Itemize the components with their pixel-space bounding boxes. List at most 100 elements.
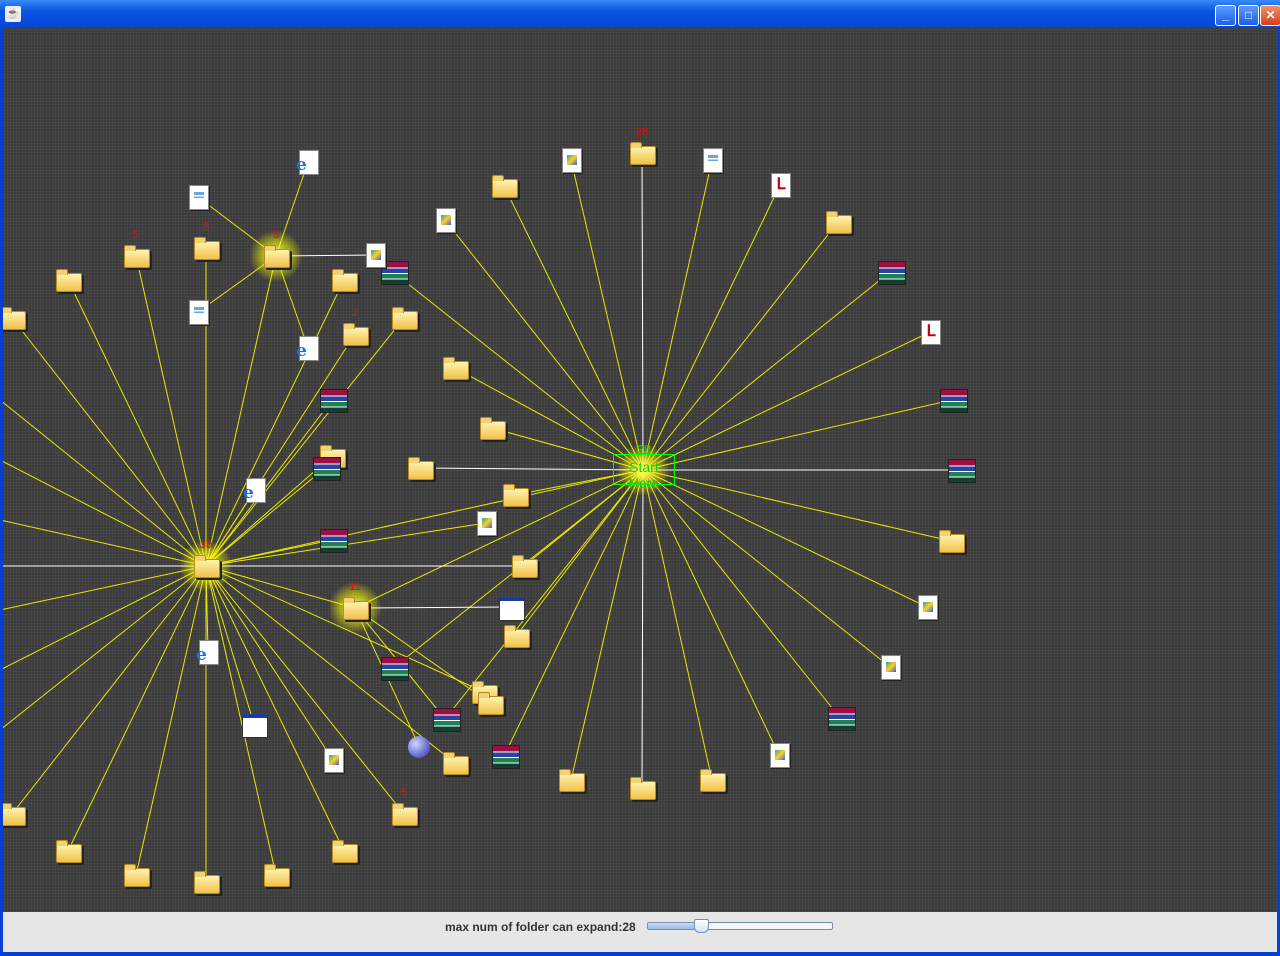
file-node[interactable] [498,595,525,621]
file-node[interactable] [432,707,461,732]
file-node[interactable] [939,388,968,413]
file-node[interactable]: 5 [391,787,418,826]
file-node[interactable] [766,743,792,768]
folder-icon [939,530,965,553]
file-node[interactable] [55,268,82,292]
node-count-label: 5 [132,229,140,241]
edge [354,469,644,609]
file-node[interactable] [938,529,965,553]
file-node[interactable]: 5 [193,221,220,260]
start-node-count: 28 [636,442,652,457]
file-node[interactable] [442,356,469,380]
close-button[interactable]: ✕ [1260,5,1280,26]
file-node[interactable] [312,456,341,481]
file-node[interactable] [362,243,388,268]
file-node[interactable] [320,748,346,773]
file-node[interactable] [407,456,434,480]
file-node[interactable] [947,458,976,483]
folder-icon [408,457,434,480]
control-panel: max num of folder can expand:28 [3,912,1277,952]
rar-archive-icon [940,389,968,413]
file-node[interactable] [558,148,584,173]
file-node[interactable] [319,388,348,413]
file-node[interactable] [442,751,469,775]
file-node[interactable] [825,210,852,234]
file-node[interactable] [319,528,348,553]
left-hub[interactable]: 30 [179,539,233,592]
folder-icon [480,417,506,440]
max-folder-slider[interactable] [647,919,833,933]
upper-hub[interactable]: 5 [249,229,303,282]
file-node[interactable] [877,260,906,285]
file-node[interactable]: 28 [629,126,656,165]
file-node[interactable]: e [295,336,321,361]
file-node[interactable]: ᒪ [917,320,943,345]
file-node[interactable] [263,863,290,887]
file-node[interactable] [629,776,656,800]
file-node[interactable]: e [195,640,221,665]
file-node[interactable]: 5 [123,229,150,268]
slider-thumb[interactable] [694,919,710,933]
file-node[interactable]: 2 [342,307,369,346]
file-node[interactable] [432,208,458,233]
folder-icon [630,142,656,165]
folder-icon [443,752,469,775]
file-node[interactable]: e [295,150,321,175]
folder-icon [443,357,469,380]
lower-hub[interactable]: 11 [328,581,382,634]
folder-icon [504,625,530,648]
file-node[interactable] [3,306,26,330]
node-count-label: 30 [199,539,213,551]
node-count-label: 2 [351,307,359,319]
file-node[interactable] [699,148,725,173]
file-node[interactable] [491,174,518,198]
file-node[interactable] [914,595,940,620]
file-node[interactable] [380,656,409,681]
image-file-icon [324,748,344,773]
graph-canvas[interactable]: 28 Start Here 28 ᒪ ᒪ 5 5 2 e 5 e e e 30 5 11 [3,28,1277,912]
file-node[interactable] [123,863,150,887]
edge [641,152,644,471]
file-node[interactable] [827,706,856,731]
node-count-label: 5 [400,787,408,799]
start-node-label: Start Here [628,459,660,491]
file-node[interactable] [699,768,726,792]
rar-archive-icon [313,457,341,481]
file-node[interactable] [3,802,26,826]
file-node[interactable] [331,839,358,863]
html-file-icon: e [196,640,219,665]
edge [3,565,207,729]
start-node[interactable]: 28 Start Here [613,442,675,491]
edge [392,271,644,471]
edge [3,565,207,610]
file-node[interactable] [491,744,520,769]
file-node[interactable] [331,268,358,292]
file-node[interactable] [407,736,433,760]
file-node[interactable] [241,712,268,738]
file-node[interactable] [185,300,211,325]
file-node[interactable]: ᒪ [767,173,793,198]
maximize-button[interactable]: □ [1238,5,1259,26]
document-icon [189,185,209,210]
file-node[interactable] [55,839,82,863]
folder-icon [3,307,26,330]
file-node[interactable] [185,185,211,210]
file-node[interactable] [473,511,499,536]
folder-icon [124,864,150,887]
folder-icon [343,323,369,346]
file-node[interactable] [877,655,903,680]
rar-archive-icon [433,708,461,732]
file-node[interactable] [502,483,529,507]
minimize-button[interactable]: _ [1215,5,1236,26]
file-node[interactable] [511,554,538,578]
file-node[interactable] [193,870,220,894]
folder-icon [392,307,418,330]
file-node[interactable] [558,768,585,792]
file-node[interactable] [503,624,530,648]
edge [67,565,207,852]
file-node[interactable] [479,416,506,440]
file-node[interactable] [477,691,504,715]
file-node[interactable]: e [242,478,268,503]
file-node[interactable] [391,306,418,330]
edge [642,331,931,471]
